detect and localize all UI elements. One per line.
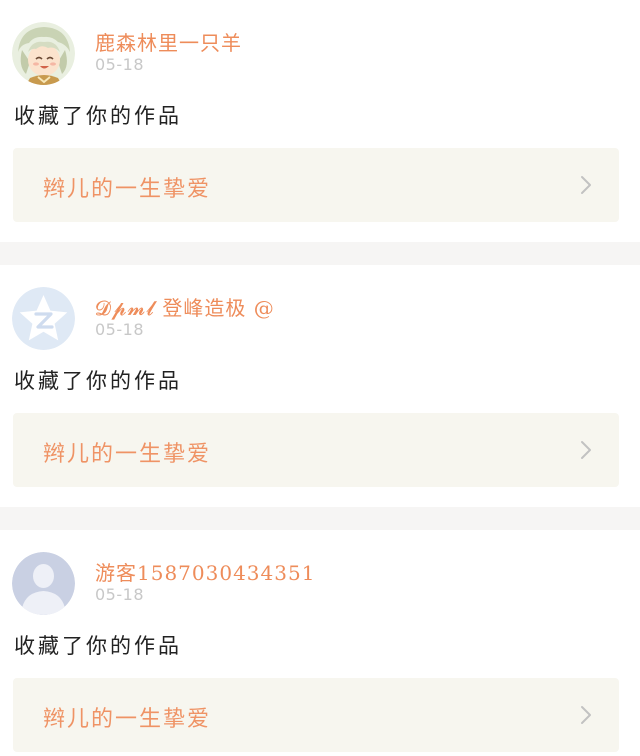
work-title: 辫儿的一生挚爱 <box>43 177 212 202</box>
action-text: 收藏了你的作品 <box>14 369 182 393</box>
timestamp: 05-18 <box>95 585 144 604</box>
chevron-right-icon <box>579 175 593 195</box>
notification-header: 游客1587030434351 05-18 <box>12 552 612 616</box>
section-divider <box>0 242 640 265</box>
chevron-right-icon <box>579 705 593 725</box>
username[interactable]: 𝓓𝓹𝓶𝓵 登峰造极 @ <box>95 292 275 321</box>
work-title: 辫儿的一生挚爱 <box>43 442 212 467</box>
section-divider <box>0 507 640 530</box>
work-title: 辫儿的一生挚爱 <box>43 707 212 732</box>
work-link[interactable]: 辫儿的一生挚爱 <box>13 148 619 222</box>
timestamp: 05-18 <box>95 320 144 339</box>
work-link[interactable]: 辫儿的一生挚爱 <box>13 413 619 487</box>
notification-feed: 鹿森林里一只羊 05-18 收藏了你的作品 辫儿的一生挚爱 𝓓𝓹𝓶𝓵 登峰造极 … <box>0 0 640 756</box>
username[interactable]: 游客1587030434351 <box>95 557 315 586</box>
notification-header: 鹿森林里一只羊 05-18 <box>12 22 612 86</box>
action-text: 收藏了你的作品 <box>14 634 182 658</box>
work-link[interactable]: 辫儿的一生挚爱 <box>13 678 619 752</box>
notification-header: 𝓓𝓹𝓶𝓵 登峰造极 @ 05-18 <box>12 287 612 351</box>
action-text: 收藏了你的作品 <box>14 104 182 128</box>
default-user-avatar-icon[interactable] <box>12 552 75 615</box>
qzone-logo-avatar-icon[interactable] <box>12 287 75 350</box>
notification-card: 游客1587030434351 05-18 收藏了你的作品 辫儿的一生挚爱 <box>0 530 640 756</box>
chevron-right-icon <box>579 440 593 460</box>
timestamp: 05-18 <box>95 55 144 74</box>
notification-card: 𝓓𝓹𝓶𝓵 登峰造极 @ 05-18 收藏了你的作品 辫儿的一生挚爱 <box>0 265 640 507</box>
notification-card: 鹿森林里一只羊 05-18 收藏了你的作品 辫儿的一生挚爱 <box>0 0 640 242</box>
anime-character-avatar-icon[interactable] <box>12 22 75 85</box>
username[interactable]: 鹿森林里一只羊 <box>95 27 242 56</box>
